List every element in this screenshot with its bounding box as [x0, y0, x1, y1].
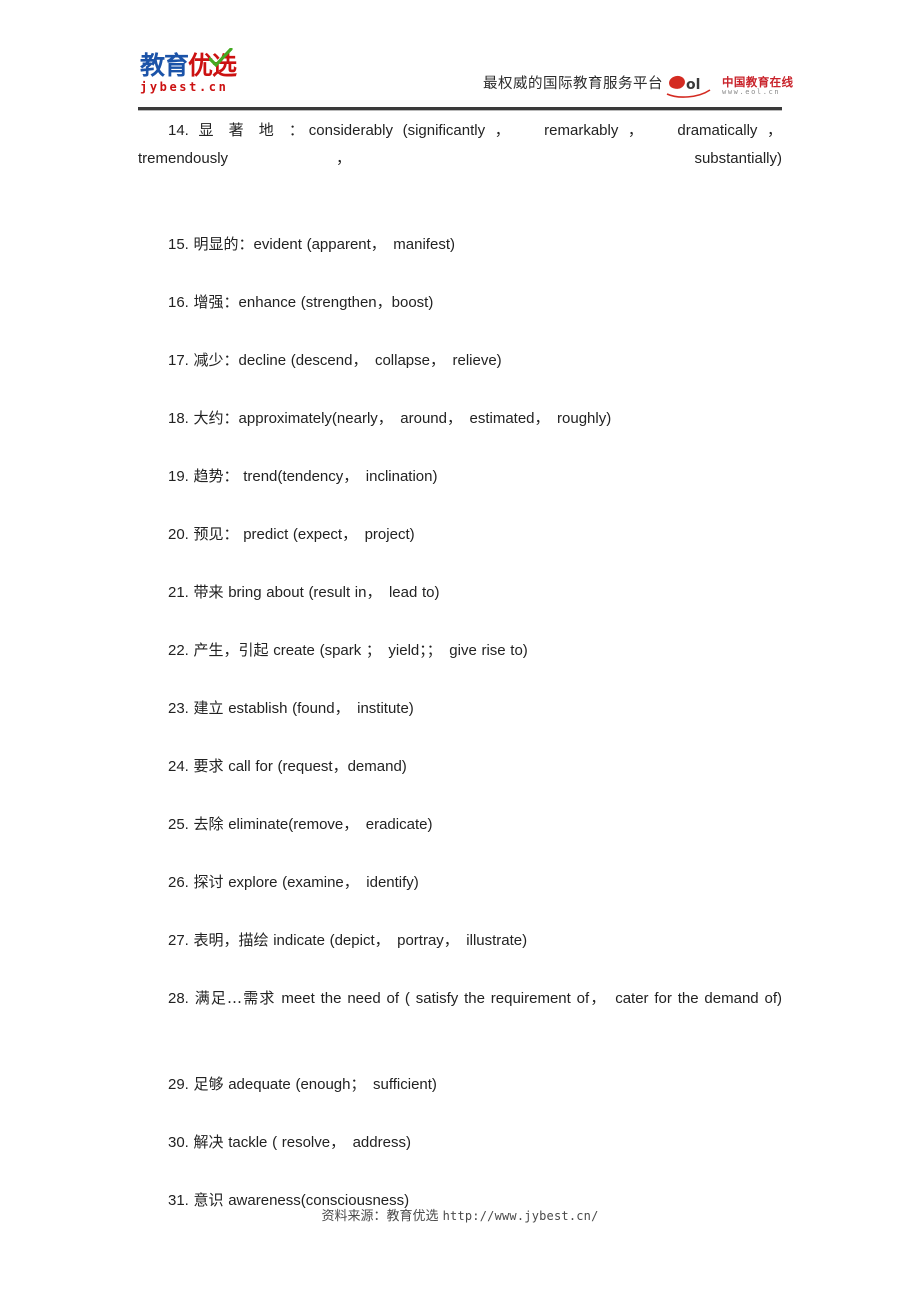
- item-body: approximately(nearly， around， estimated，…: [238, 410, 612, 427]
- item-number: 20.: [168, 526, 189, 543]
- item-number: 23.: [168, 700, 189, 717]
- item-body: evident (apparent， manifest): [253, 236, 455, 253]
- item-term: 增强：: [193, 293, 239, 311]
- list-item: 22. 产生，引起 create (spark ； yield；； give r…: [138, 636, 782, 665]
- list-item: 25. 去除 eliminate(remove， eradicate): [138, 810, 782, 839]
- item-number: 28.: [168, 990, 189, 1007]
- item-term: 显 著 地 ：: [198, 121, 309, 139]
- item-term: 表明，描绘: [193, 931, 269, 949]
- item-body: adequate (enough； sufficient): [223, 1076, 437, 1093]
- list-item: 29. 足够 adequate (enough； sufficient): [138, 1070, 782, 1099]
- item-term: 要求: [193, 757, 224, 775]
- item-number: 14.: [168, 122, 189, 139]
- item-number: 18.: [168, 410, 189, 427]
- jybest-logo-cn-blue: 教育: [140, 51, 189, 80]
- item-number: 17.: [168, 352, 189, 369]
- item-body: meet the need of ( satisfy the requireme…: [275, 990, 782, 1007]
- item-number: 30.: [168, 1134, 189, 1151]
- item-term: 趋势：: [193, 467, 239, 485]
- eol-logo: ol 中国教育在线 www.eol.cn: [666, 73, 793, 101]
- item-body: establish (found， institute): [223, 700, 414, 717]
- item-number: 21.: [168, 584, 189, 601]
- header-slogan: 最权威的国际教育服务平台: [483, 76, 663, 92]
- item-number: 24.: [168, 758, 189, 775]
- item-body: bring about (result in， lead to): [223, 584, 440, 601]
- item-body: create (spark ； yield；； give rise to): [268, 642, 528, 659]
- list-item: 15. 明显的：evident (apparent， manifest): [138, 230, 782, 259]
- item-number: 25.: [168, 816, 189, 833]
- jybest-logo: 教育优选 jybest.cn: [138, 48, 268, 102]
- item-body: call for (request，demand): [223, 758, 407, 775]
- item-body: enhance (strengthen，boost): [238, 294, 434, 311]
- list-item: 19. 趋势： trend(tendency， inclination): [138, 462, 782, 491]
- list-item: 14. 显 著 地 ：considerably (significantly ，…: [138, 116, 782, 201]
- list-item: 17. 减少：decline (descend， collapse， relie…: [138, 346, 782, 375]
- list-item: 26. 探讨 explore (examine， identify): [138, 868, 782, 897]
- item-term: 明显的：: [193, 235, 254, 253]
- item-term: 大约：: [193, 409, 239, 427]
- footer-url: http://www.jybest.cn/: [442, 1209, 599, 1223]
- jybest-logo-domain: jybest.cn: [140, 80, 229, 94]
- item-number: 26.: [168, 874, 189, 891]
- list-item: 28. 满足…需求 meet the need of ( satisfy the…: [138, 984, 782, 1041]
- green-check-icon: [209, 48, 233, 68]
- item-term: 去除: [193, 815, 224, 833]
- list-item: 23. 建立 establish (found， institute): [138, 694, 782, 723]
- item-number: 19.: [168, 468, 189, 485]
- eol-logo-url: www.eol.cn: [722, 88, 781, 96]
- page-header: 教育优选 jybest.cn 最权威的国际教育服务平台 ol 中国教育在线 ww…: [138, 48, 793, 108]
- list-item: 18. 大约：approximately(nearly， around， est…: [138, 404, 782, 433]
- page-footer: 资料来源：教育优选 http://www.jybest.cn/: [0, 1205, 920, 1224]
- item-body: tackle ( resolve， address): [223, 1134, 411, 1151]
- footer-source-label: 资料来源：教育优选: [321, 1209, 443, 1224]
- item-term: 足够: [193, 1075, 224, 1093]
- eol-mark-icon: ol: [666, 75, 711, 98]
- item-term: 带来: [193, 583, 224, 601]
- item-number: 16.: [168, 294, 189, 311]
- item-body: explore (examine， identify): [223, 874, 419, 891]
- list-item: 16. 增强：enhance (strengthen，boost): [138, 288, 782, 317]
- header-divider: [138, 107, 782, 111]
- list-item: 30. 解决 tackle ( resolve， address): [138, 1128, 782, 1157]
- item-number: 27.: [168, 932, 189, 949]
- item-term: 解决: [193, 1133, 224, 1151]
- item-body: indicate (depict， portray， illustrate): [268, 932, 528, 949]
- item-term: 减少：: [193, 351, 239, 369]
- item-number: 15.: [168, 236, 189, 253]
- item-term: 探讨: [193, 873, 224, 891]
- item-term: 产生，引起: [193, 641, 269, 659]
- item-body: eliminate(remove， eradicate): [223, 816, 433, 833]
- list-item: 20. 预见： predict (expect， project): [138, 520, 782, 549]
- vocabulary-list: 14. 显 著 地 ：considerably (significantly ，…: [138, 116, 782, 1244]
- list-item: 21. 带来 bring about (result in， lead to): [138, 578, 782, 607]
- item-number: 22.: [168, 642, 189, 659]
- item-number: 29.: [168, 1076, 189, 1093]
- list-item: 27. 表明，描绘 indicate (depict， portray， ill…: [138, 926, 782, 955]
- svg-text:ol: ol: [686, 77, 700, 93]
- list-item: 24. 要求 call for (request，demand): [138, 752, 782, 781]
- item-body: trend(tendency， inclination): [238, 468, 438, 485]
- document-page: 教育优选 jybest.cn 最权威的国际教育服务平台 ol 中国教育在线 ww…: [0, 0, 920, 1302]
- item-body: predict (expect， project): [238, 526, 415, 543]
- item-term: 满足…需求: [194, 989, 276, 1007]
- item-term: 建立: [193, 699, 224, 717]
- item-body: decline (descend， collapse， relieve): [238, 352, 502, 369]
- item-term: 预见：: [193, 525, 239, 543]
